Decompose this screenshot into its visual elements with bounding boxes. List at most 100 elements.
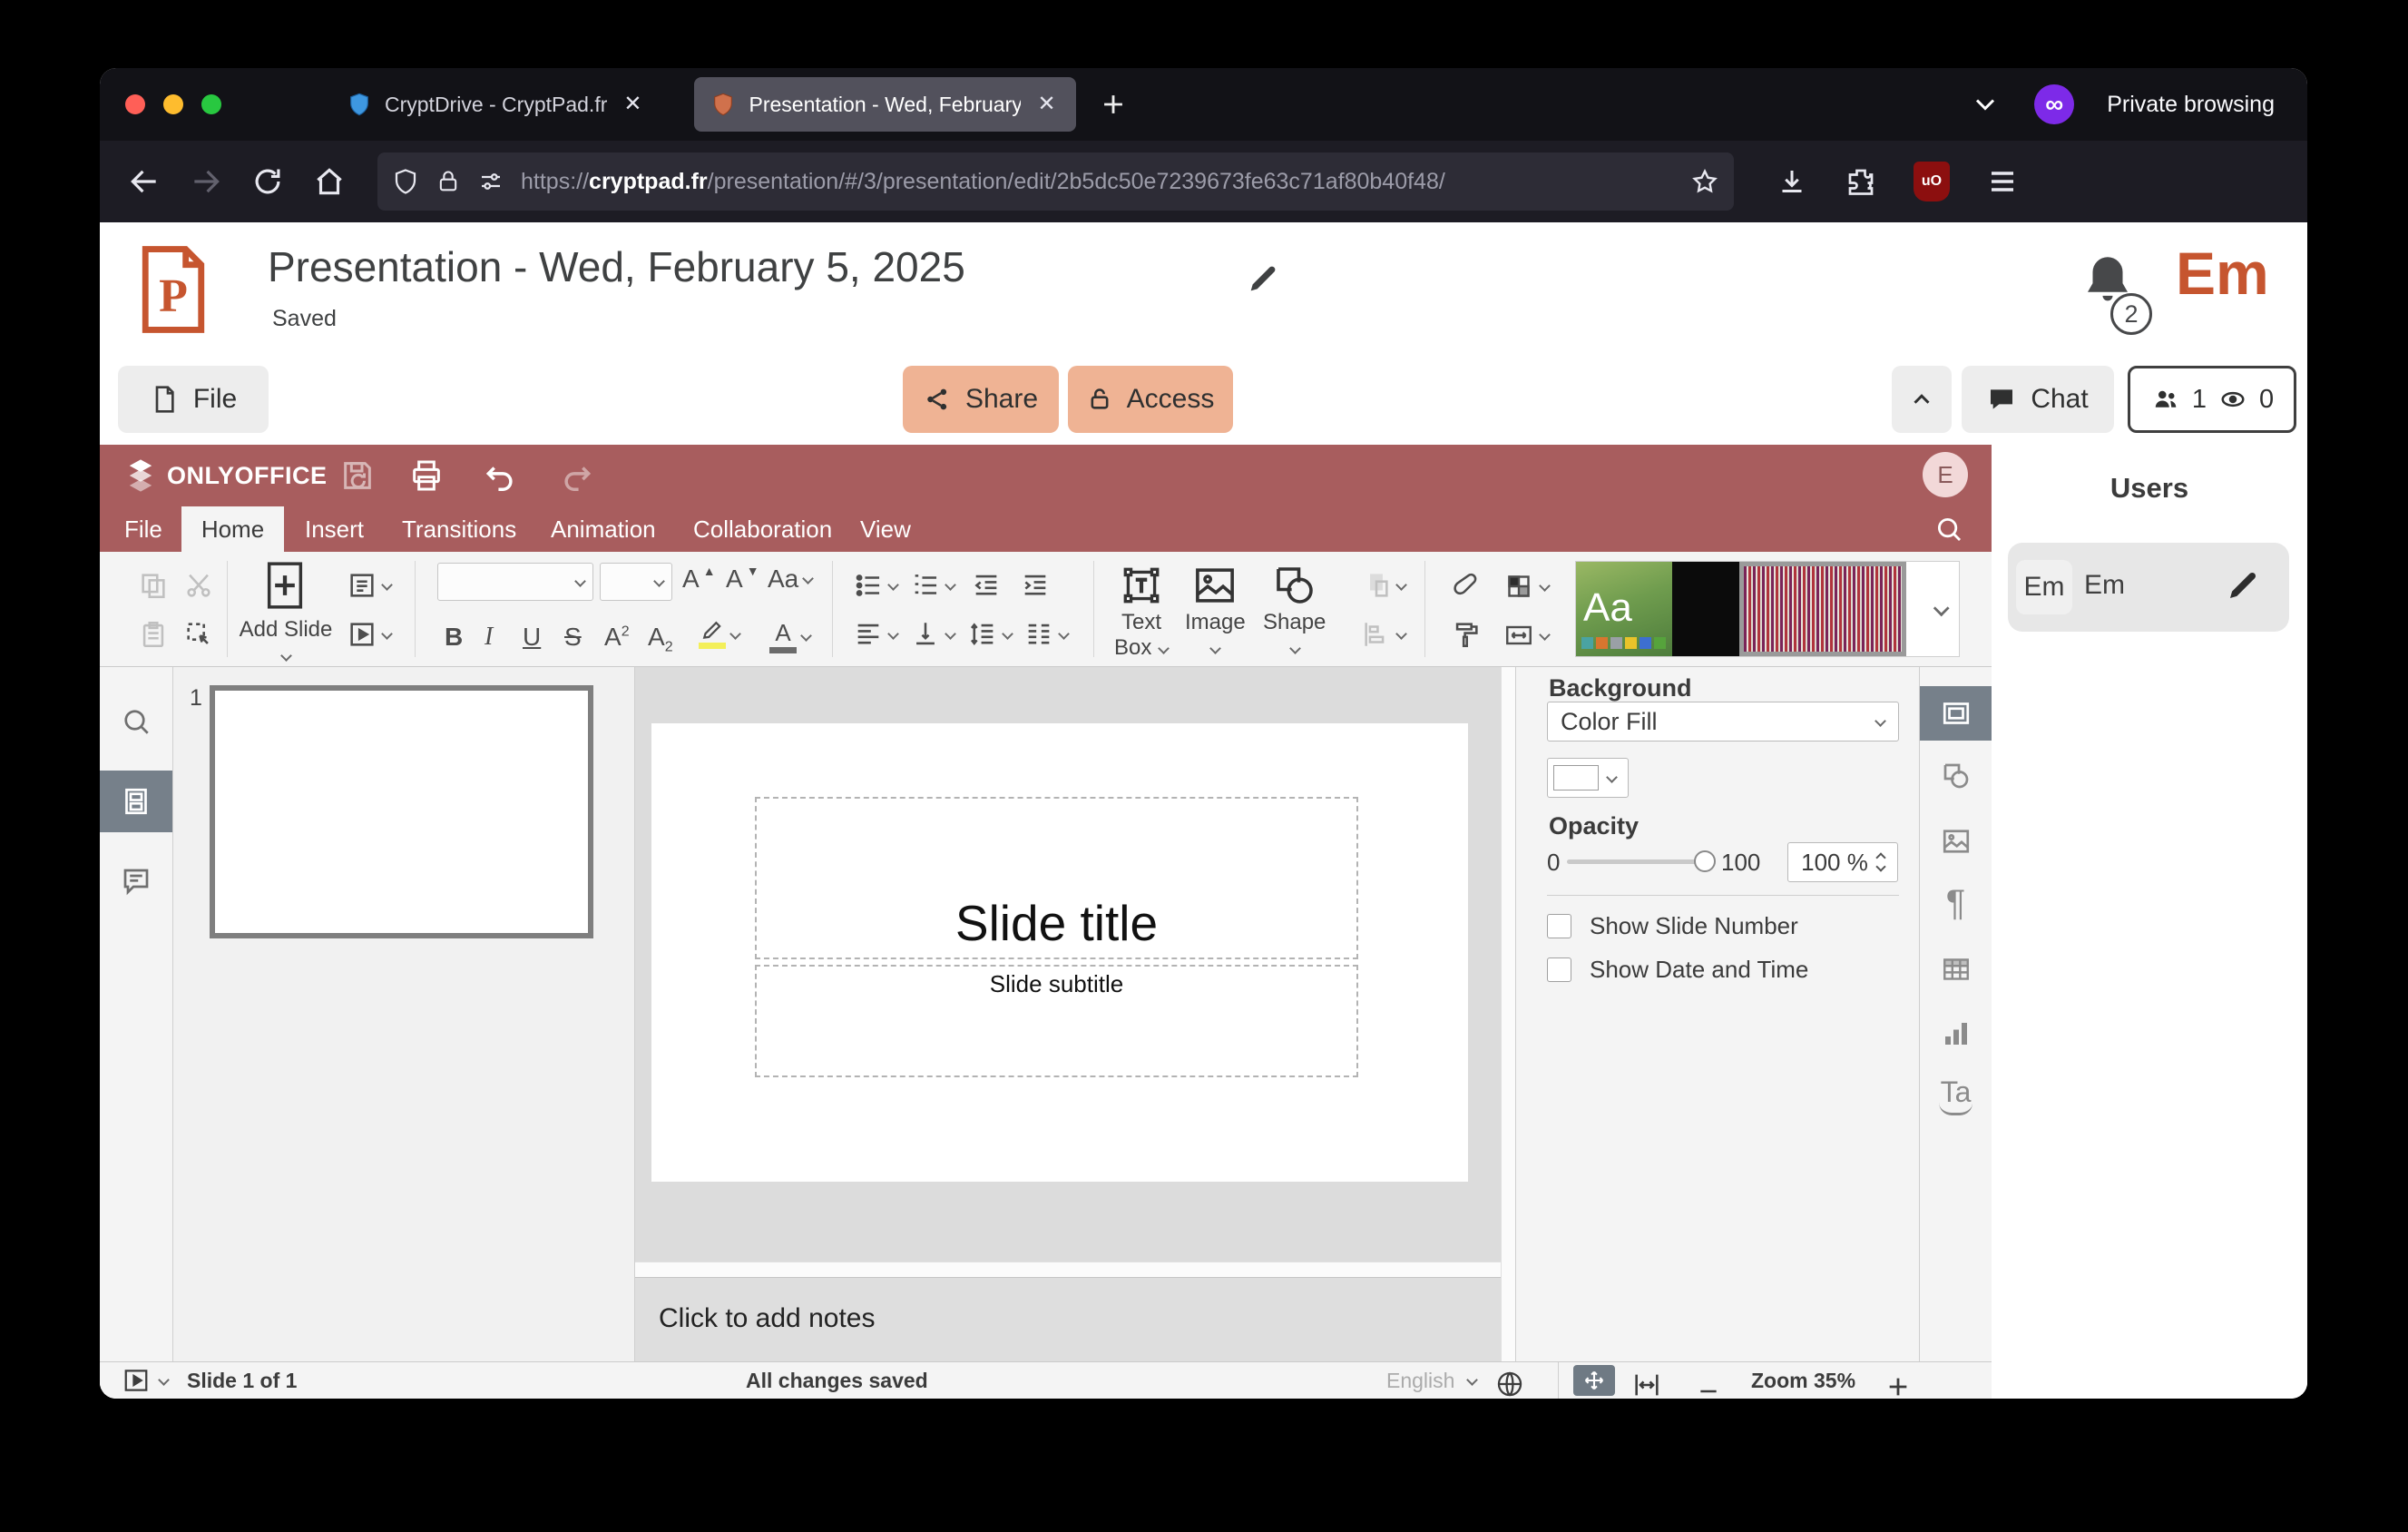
shape-settings-icon[interactable] (1939, 760, 1973, 792)
url-bar[interactable]: https://cryptpad.fr/presentation/#/3/pre… (377, 152, 1734, 211)
font-color-button[interactable]: A (769, 619, 811, 653)
tab-presentation[interactable]: Presentation - Wed, February 5, ✕ (694, 77, 1075, 132)
underline-button[interactable]: U (523, 623, 541, 652)
background-color-swatch[interactable] (1547, 758, 1629, 798)
start-slideshow-status-button[interactable] (122, 1362, 169, 1399)
find-icon[interactable] (120, 705, 152, 738)
new-tab-button[interactable] (1098, 89, 1129, 120)
title-placeholder[interactable]: Slide title (755, 797, 1358, 959)
menu-hamburger-icon[interactable] (1986, 165, 2019, 198)
italic-button[interactable]: I (485, 623, 493, 652)
url-text[interactable]: https://cryptpad.fr/presentation/#/3/pre… (521, 169, 1674, 195)
spellcheck-globe-icon[interactable] (1494, 1366, 1525, 1399)
decrease-indent-icon[interactable] (971, 570, 1002, 601)
close-tab-icon[interactable]: ✕ (620, 90, 645, 119)
language-label[interactable]: English (1386, 1362, 1454, 1399)
subtitle-placeholder[interactable]: Slide subtitle (755, 965, 1358, 1077)
bold-button[interactable]: B (445, 623, 463, 652)
opacity-slider-track[interactable] (1567, 859, 1707, 864)
image-button[interactable]: Image (1185, 561, 1246, 660)
share-button[interactable]: Share (903, 366, 1059, 433)
columns-button[interactable] (1023, 619, 1069, 650)
chat-button[interactable]: Chat (1962, 366, 2114, 433)
theme-dark[interactable] (1672, 562, 1739, 656)
add-slide-label[interactable]: Add Slide (236, 617, 336, 667)
editor-user-avatar[interactable]: E (1923, 452, 1968, 497)
bullets-button[interactable] (853, 570, 898, 601)
numbering-button[interactable] (910, 570, 955, 601)
menu-view[interactable]: View (860, 506, 911, 552)
spinner-arrows[interactable] (1877, 854, 1884, 870)
minimize-window-button[interactable] (163, 94, 183, 114)
fill-color-button[interactable] (1503, 570, 1550, 603)
opacity-spinner[interactable]: 100 % (1787, 842, 1898, 882)
save-icon[interactable] (339, 457, 376, 494)
maximize-window-button[interactable] (201, 94, 221, 114)
subscript-button[interactable]: A2 (648, 623, 673, 656)
add-slide-button[interactable] (261, 559, 308, 612)
redo-icon[interactable] (558, 459, 596, 494)
decrement-font-button[interactable]: A▼ (726, 565, 759, 594)
increment-font-button[interactable]: A▲ (682, 565, 716, 594)
notes-area[interactable]: Click to add notes (635, 1277, 1501, 1361)
background-fill-select[interactable]: Color Fill (1547, 702, 1899, 741)
back-button[interactable] (127, 164, 162, 199)
undo-icon[interactable] (481, 459, 519, 494)
copy-icon[interactable] (138, 570, 169, 601)
collapse-toolbar-button[interactable] (1892, 366, 1952, 433)
cut-icon[interactable] (183, 570, 214, 601)
rename-pencil-icon[interactable] (1245, 260, 1281, 297)
change-case-button[interactable]: Aa (768, 565, 813, 594)
ublock-origin-icon[interactable]: uO (1914, 162, 1950, 201)
opacity-slider-handle[interactable] (1694, 850, 1716, 872)
horizontal-align-button[interactable] (853, 619, 898, 650)
paragraph-settings-icon[interactable]: ¶ (1946, 883, 1965, 924)
font-name-combo[interactable] (437, 563, 593, 601)
fit-slide-button[interactable] (1573, 1365, 1615, 1396)
tab-cryptdrive[interactable]: CryptDrive - CryptPad.fr ✕ (330, 77, 661, 132)
strikethrough-button[interactable]: S (564, 623, 582, 652)
start-slideshow-button[interactable] (347, 619, 392, 650)
show-slide-number-checkbox[interactable] (1547, 914, 1571, 938)
paste-icon[interactable] (138, 619, 169, 650)
font-size-combo[interactable] (600, 563, 672, 601)
reload-button[interactable] (250, 164, 285, 199)
copy-style-roller-icon[interactable] (1451, 619, 1482, 650)
show-date-time-row[interactable]: Show Date and Time (1547, 956, 1808, 984)
menu-animation[interactable]: Animation (551, 506, 656, 552)
spinner-down-icon[interactable] (1875, 861, 1885, 871)
show-date-time-checkbox[interactable] (1547, 958, 1571, 982)
slides-panel-icon[interactable] (120, 785, 152, 818)
close-tab-icon[interactable]: ✕ (1033, 90, 1059, 119)
user-counts[interactable]: 1 0 (2128, 366, 2296, 433)
downloads-icon[interactable] (1776, 165, 1808, 198)
shape-button[interactable]: Shape (1263, 561, 1326, 660)
theme-striped-selected[interactable] (1739, 562, 1906, 656)
slide-layout-button[interactable] (347, 570, 392, 601)
slide-thumbnail[interactable] (210, 685, 593, 938)
menu-file[interactable]: File (124, 506, 162, 552)
vertical-align-button[interactable] (910, 619, 955, 650)
horizontal-scrollbar[interactable] (635, 1262, 1501, 1277)
highlight-color-button[interactable] (699, 619, 740, 649)
extensions-puzzle-icon[interactable] (1845, 165, 1877, 198)
select-all-icon[interactable] (183, 619, 214, 650)
file-menu-button[interactable]: File (118, 366, 269, 433)
clear-style-icon[interactable] (1451, 570, 1482, 601)
gallery-expand-chevron[interactable] (1933, 602, 1949, 617)
superscript-button[interactable]: A2 (604, 623, 630, 652)
language-chevron-icon[interactable] (1466, 1375, 1477, 1399)
chart-settings-icon[interactable] (1939, 1017, 1973, 1050)
slide-settings-icon[interactable] (1939, 697, 1973, 730)
zoom-out-icon[interactable] (1697, 1373, 1720, 1399)
permissions-icon[interactable] (477, 168, 504, 195)
access-button[interactable]: Access (1068, 366, 1233, 433)
text-art-settings-icon[interactable]: Ta (1939, 1075, 1973, 1115)
account-avatar[interactable]: Em (2176, 239, 2269, 308)
lock-icon[interactable] (436, 168, 461, 195)
image-settings-icon[interactable] (1939, 825, 1973, 858)
slide[interactable]: Slide title Slide subtitle (651, 723, 1468, 1182)
close-window-button[interactable] (125, 94, 145, 114)
vertical-scrollbar[interactable] (1501, 667, 1515, 1361)
tracking-shield-icon[interactable] (392, 168, 419, 195)
